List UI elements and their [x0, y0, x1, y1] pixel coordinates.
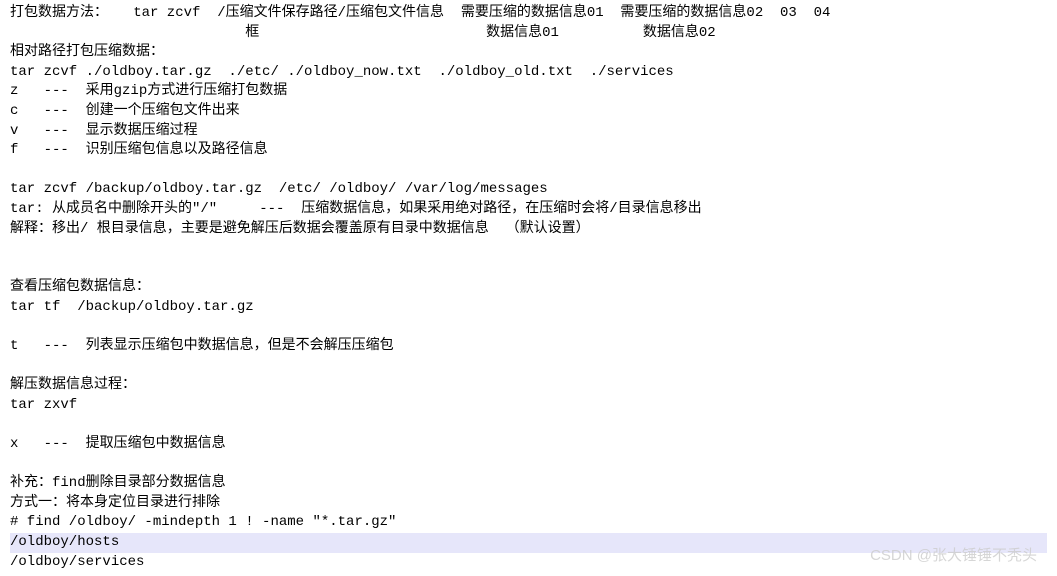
watermark-text: CSDN @张大锤锤不秃头: [870, 545, 1037, 566]
doc-line: 解释：移出/ 根目录信息，主要是避免解压后数据会覆盖原有目录中数据信息 （默认设…: [10, 220, 1047, 240]
doc-line: tar zxvf: [10, 396, 1047, 416]
doc-line: 方式一：将本身定位目录进行排除: [10, 494, 1047, 514]
doc-line: # find /oldboy/ -mindepth 1 ! -name "*.t…: [10, 513, 1047, 533]
doc-line: 相对路径打包压缩数据：: [10, 43, 1047, 63]
doc-line: [10, 415, 1047, 435]
doc-line: tar: 从成员名中删除开头的"/" --- 压缩数据信息，如果采用绝对路径，在…: [10, 200, 1047, 220]
doc-line: 补充：find删除目录部分数据信息: [10, 474, 1047, 494]
doc-line: tar zcvf ./oldboy.tar.gz ./etc/ ./oldboy…: [10, 63, 1047, 83]
doc-line: 查看压缩包数据信息：: [10, 278, 1047, 298]
doc-line: t --- 列表显示压缩包中数据信息，但是不会解压压缩包: [10, 337, 1047, 357]
doc-line: tar tf /backup/oldboy.tar.gz: [10, 298, 1047, 318]
doc-line: z --- 采用gzip方式进行压缩打包数据: [10, 82, 1047, 102]
doc-line: 打包数据方法： tar zcvf /压缩文件保存路径/压缩包文件信息 需要压缩的…: [10, 4, 1047, 24]
doc-line: f --- 识别压缩包信息以及路径信息: [10, 141, 1047, 161]
doc-line: [10, 455, 1047, 475]
doc-line: v --- 显示数据压缩过程: [10, 122, 1047, 142]
doc-line: x --- 提取压缩包中数据信息: [10, 435, 1047, 455]
doc-line: c --- 创建一个压缩包文件出来: [10, 102, 1047, 122]
doc-line: [10, 239, 1047, 259]
doc-line: [10, 259, 1047, 279]
doc-line: [10, 357, 1047, 377]
doc-line: 解压数据信息过程：: [10, 376, 1047, 396]
doc-line: [10, 161, 1047, 181]
doc-line: tar zcvf /backup/oldboy.tar.gz /etc/ /ol…: [10, 180, 1047, 200]
doc-line: 框 数据信息01 数据信息02: [10, 24, 1047, 44]
doc-line: [10, 318, 1047, 338]
